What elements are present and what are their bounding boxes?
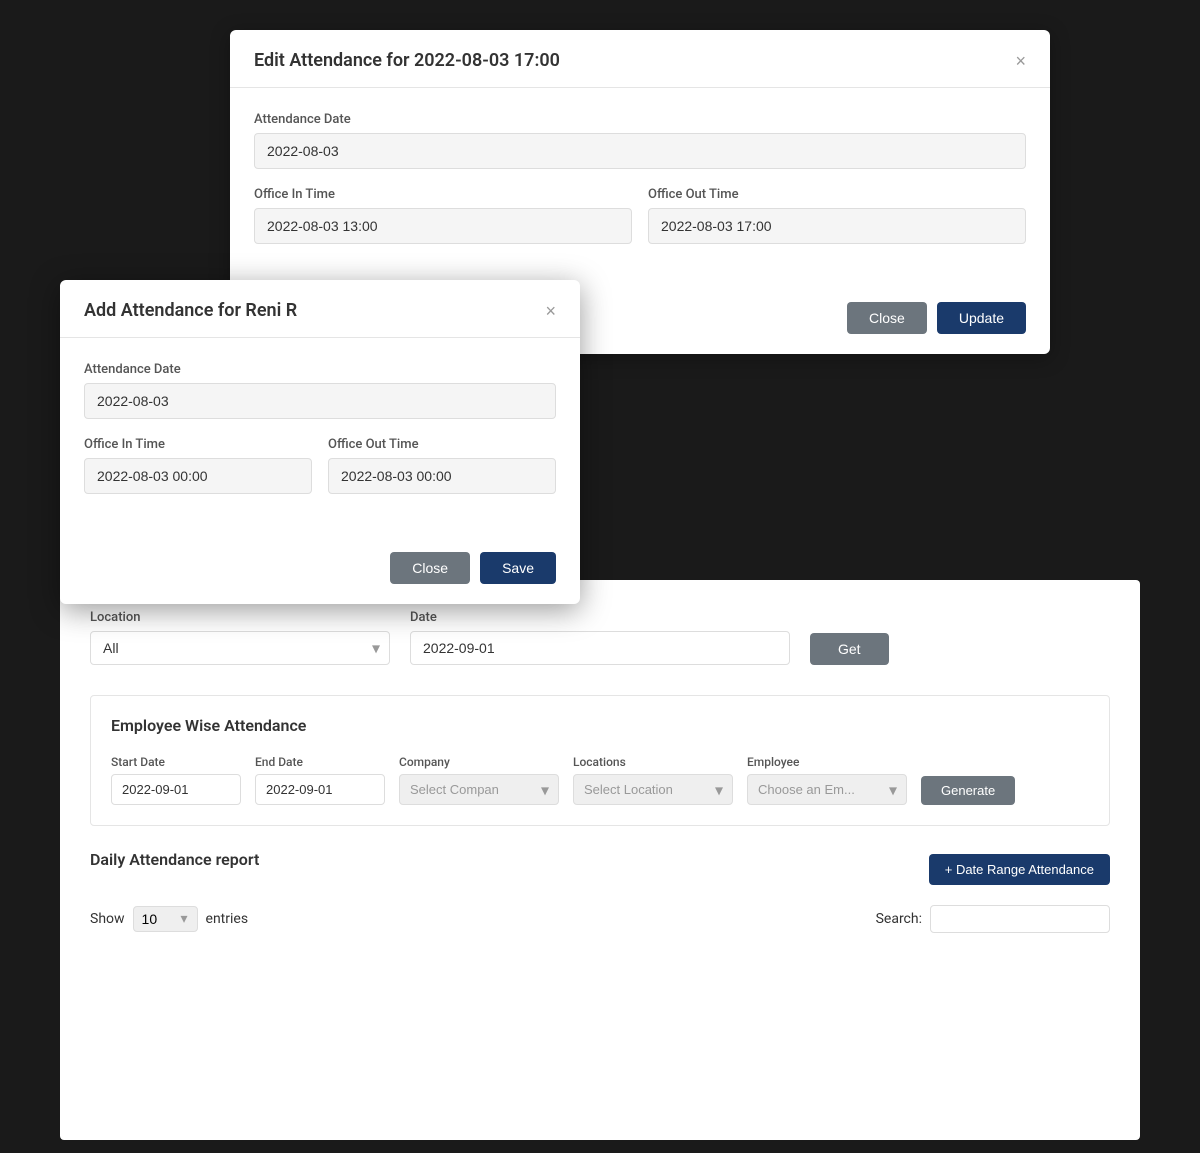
add-time-row: Office In Time Office Out Time (84, 437, 556, 512)
add-attendance-date-label: Attendance Date (84, 362, 556, 377)
edit-office-in-group: Office In Time (254, 187, 632, 244)
location-select-wrapper[interactable]: All (90, 631, 390, 665)
employee-label: Employee (747, 755, 907, 769)
add-attendance-date-group: Attendance Date (84, 362, 556, 419)
date-filter-group: Date (410, 610, 790, 665)
employee-wise-section: Employee Wise Attendance Start Date End … (90, 695, 1110, 826)
edit-office-in-label: Office In Time (254, 187, 632, 202)
location-select[interactable]: All (90, 631, 390, 665)
edit-modal-body: Attendance Date Office In Time Office Ou… (230, 88, 1050, 286)
add-close-button[interactable]: Close (390, 552, 470, 584)
add-modal-close-icon[interactable]: × (545, 302, 556, 320)
daily-report-section: Daily Attendance report + Date Range Att… (90, 850, 1110, 933)
add-office-out-input[interactable] (328, 458, 556, 494)
edit-modal-close-icon[interactable]: × (1015, 52, 1026, 70)
location-label: Location (90, 610, 390, 625)
add-modal-header: Add Attendance for Reni R × (60, 280, 580, 338)
end-date-label: End Date (255, 755, 385, 769)
add-attendance-date-input[interactable] (84, 383, 556, 419)
add-save-button[interactable]: Save (480, 552, 556, 584)
employee-wise-title: Employee Wise Attendance (111, 716, 1089, 735)
add-office-out-label: Office Out Time (328, 437, 556, 452)
search-label: Search: (876, 911, 922, 927)
edit-office-out-label: Office Out Time (648, 187, 1026, 202)
start-date-input[interactable] (111, 774, 241, 805)
start-date-group: Start Date (111, 755, 241, 805)
main-panel: Location All Date Get Employee Wise Atte… (60, 580, 1140, 1140)
date-range-button[interactable]: + Date Range Attendance (929, 854, 1110, 885)
edit-office-in-input[interactable] (254, 208, 632, 244)
entries-select-wrapper[interactable]: 10 (133, 906, 198, 932)
edit-office-out-input[interactable] (648, 208, 1026, 244)
generate-button[interactable]: Generate (921, 776, 1015, 805)
company-label: Company (399, 755, 559, 769)
locations-select-wrapper[interactable]: Select Location (573, 774, 733, 805)
employee-filter-row: Start Date End Date Company Select Compa… (111, 755, 1089, 805)
add-modal-body: Attendance Date Office In Time Office Ou… (60, 338, 580, 536)
search-input[interactable] (930, 905, 1110, 933)
daily-report-title: Daily Attendance report (90, 850, 259, 869)
employee-select[interactable]: Choose an Em... (747, 774, 907, 805)
get-button[interactable]: Get (810, 633, 889, 665)
end-date-input[interactable] (255, 774, 385, 805)
add-office-out-group: Office Out Time (328, 437, 556, 494)
company-select-wrapper[interactable]: Select Compan (399, 774, 559, 805)
locations-select[interactable]: Select Location (573, 774, 733, 805)
add-office-in-label: Office In Time (84, 437, 312, 452)
search-row: Search: (876, 905, 1110, 933)
start-date-label: Start Date (111, 755, 241, 769)
show-label: Show (90, 911, 125, 927)
end-date-group: End Date (255, 755, 385, 805)
location-filter-group: Location All (90, 610, 390, 665)
locations-label: Locations (573, 755, 733, 769)
add-attendance-modal: Add Attendance for Reni R × Attendance D… (60, 280, 580, 604)
edit-time-row: Office In Time Office Out Time (254, 187, 1026, 262)
show-entries: Show 10 entries (90, 906, 248, 932)
add-modal-title: Add Attendance for Reni R (84, 300, 297, 321)
employee-select-wrapper[interactable]: Choose an Em... (747, 774, 907, 805)
edit-modal-title: Edit Attendance for 2022-08-03 17:00 (254, 50, 560, 71)
company-group: Company Select Compan (399, 755, 559, 805)
company-select[interactable]: Select Compan (399, 774, 559, 805)
entries-label: entries (206, 911, 249, 927)
edit-attendance-date-input[interactable] (254, 133, 1026, 169)
entries-select[interactable]: 10 (133, 906, 198, 932)
edit-attendance-date-label: Attendance Date (254, 112, 1026, 127)
edit-update-button[interactable]: Update (937, 302, 1026, 334)
locations-group: Locations Select Location (573, 755, 733, 805)
date-label: Date (410, 610, 790, 625)
edit-close-button[interactable]: Close (847, 302, 927, 334)
edit-attendance-date-group: Attendance Date (254, 112, 1026, 169)
filter-section: Location All Date Get (90, 610, 1110, 665)
edit-modal-header: Edit Attendance for 2022-08-03 17:00 × (230, 30, 1050, 88)
add-office-in-input[interactable] (84, 458, 312, 494)
daily-report-header: Daily Attendance report + Date Range Att… (90, 850, 1110, 889)
edit-office-out-group: Office Out Time (648, 187, 1026, 244)
date-input[interactable] (410, 631, 790, 665)
add-modal-footer: Close Save (60, 536, 580, 604)
table-controls: Show 10 entries Search: (90, 905, 1110, 933)
add-office-in-group: Office In Time (84, 437, 312, 494)
employee-group: Employee Choose an Em... (747, 755, 907, 805)
